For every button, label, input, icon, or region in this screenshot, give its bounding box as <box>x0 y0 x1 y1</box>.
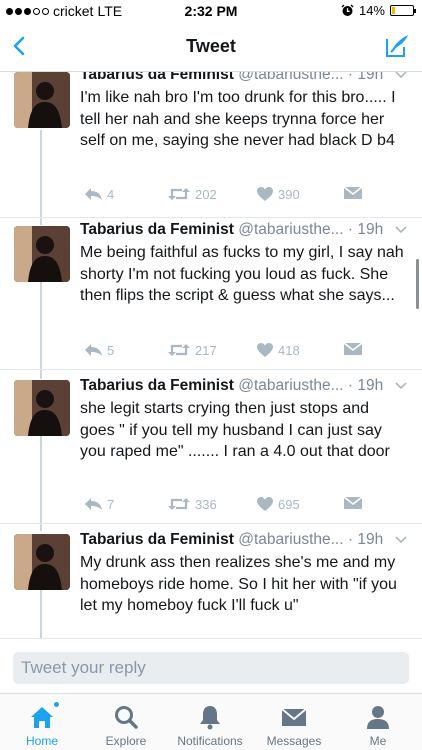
retweet-button[interactable]: 336 <box>167 496 217 512</box>
display-name[interactable]: Tabarius da Feminist <box>80 531 234 548</box>
tweet-header: Tabarius da Feminist @tabariusthe... · 1… <box>80 72 410 86</box>
retweet-count: 336 <box>195 496 217 512</box>
tweet-item[interactable]: Tabarius da Feminist @tabariusthe... · 1… <box>0 72 422 218</box>
retweet-button[interactable]: 217 <box>167 342 217 358</box>
direct-message-button[interactable] <box>344 496 362 510</box>
bell-icon <box>200 706 220 730</box>
like-button[interactable]: 390 <box>256 186 300 202</box>
tweet-thread[interactable]: Tabarius da Feminist @tabariusthe... · 1… <box>0 72 422 638</box>
person-icon <box>367 706 389 729</box>
reply-button[interactable]: 5 <box>83 342 114 358</box>
tweet-text: My drunk ass then realizes she's me and … <box>80 554 397 614</box>
home-icon <box>31 707 53 728</box>
heart-icon <box>257 187 273 201</box>
display-name[interactable]: Tabarius da Feminist <box>80 72 234 83</box>
tweet-header: Tabarius da Feminist @tabariusthe... · 1… <box>80 377 410 397</box>
user-handle[interactable]: @tabariusthe... <box>238 221 343 238</box>
chevron-down-icon[interactable] <box>394 533 408 547</box>
reply-button[interactable]: 4 <box>83 186 114 202</box>
tweet-text: she legit starts crying then just stops … <box>80 400 390 460</box>
mail-icon <box>344 496 362 509</box>
chevron-down-icon[interactable] <box>394 379 408 393</box>
new-tweets-indicator <box>53 701 60 708</box>
mail-icon <box>344 186 362 199</box>
display-name[interactable]: Tabarius da Feminist <box>80 221 234 238</box>
tweet-actions: 5 217 418 <box>80 342 380 362</box>
like-button[interactable]: 695 <box>256 496 300 512</box>
heart-icon <box>257 343 273 357</box>
retweet-button[interactable]: 202 <box>167 186 217 202</box>
tweet-actions: 4 202 390 <box>80 186 380 206</box>
user-handle[interactable]: @tabariusthe... <box>238 531 343 548</box>
tab-label: Messages <box>266 734 322 748</box>
user-handle[interactable]: @tabariusthe... <box>238 72 343 83</box>
like-button[interactable]: 418 <box>256 342 300 358</box>
scrollbar[interactable] <box>416 259 419 309</box>
tab-bar: Home Explore Notifications Messages Me <box>0 693 422 750</box>
heart-icon <box>257 497 273 511</box>
reply-icon <box>85 188 102 200</box>
tab-label: Notifications <box>177 734 243 748</box>
reply-icon <box>85 498 102 510</box>
avatar[interactable] <box>14 72 70 128</box>
direct-message-button[interactable] <box>344 342 362 356</box>
reply-button[interactable]: 7 <box>83 496 114 512</box>
reply-count: 5 <box>107 342 115 358</box>
tweet-text: I'm like nah bro I'm too drunk for this … <box>80 89 396 149</box>
retweet-count: 202 <box>195 186 217 202</box>
display-name[interactable]: Tabarius da Feminist <box>80 377 234 394</box>
avatar[interactable] <box>14 534 70 590</box>
retweet-icon <box>168 498 190 510</box>
search-icon <box>115 706 138 729</box>
tab-label: Me <box>369 734 387 748</box>
page-title: Tweet <box>186 36 236 56</box>
retweet-count: 217 <box>195 342 217 358</box>
like-count: 390 <box>278 186 300 202</box>
tab-label: Explore <box>105 734 147 748</box>
tab-notifications[interactable]: Notifications <box>168 694 252 750</box>
tweet-item[interactable]: Tabarius da Feminist @tabariusthe... · 1… <box>0 526 422 638</box>
tweet-time: · 19h <box>347 72 384 83</box>
alarm-icon <box>341 4 354 16</box>
like-count: 418 <box>278 342 300 358</box>
tweet-time: · 19h <box>347 377 384 394</box>
reply-count: 7 <box>107 496 115 512</box>
avatar[interactable] <box>14 226 70 282</box>
tab-messages[interactable]: Messages <box>252 694 336 750</box>
tweet-header: Tabarius da Feminist @tabariusthe... · 1… <box>80 531 410 551</box>
tweet-time: · 19h <box>347 221 384 238</box>
status-right: 14% <box>341 3 416 18</box>
tweet-header: Tabarius da Feminist @tabariusthe... · 1… <box>80 221 410 241</box>
tab-label: Home <box>25 734 58 748</box>
chevron-down-icon[interactable] <box>394 72 408 82</box>
battery-icon <box>390 5 416 16</box>
reply-icon <box>85 344 102 356</box>
chevron-down-icon[interactable] <box>394 223 408 237</box>
tab-home[interactable]: Home <box>0 694 84 750</box>
battery-percent: 14% <box>358 3 385 18</box>
like-count: 695 <box>278 496 300 512</box>
retweet-icon <box>168 344 190 356</box>
tab-me[interactable]: Me <box>336 694 420 750</box>
tab-explore[interactable]: Explore <box>84 694 168 750</box>
tweet-time: · 19h <box>347 531 384 548</box>
tweet-item[interactable]: Tabarius da Feminist @tabariusthe... · 1… <box>0 218 422 370</box>
tweet-item[interactable]: Tabarius da Feminist @tabariusthe... · 1… <box>0 372 422 524</box>
avatar[interactable] <box>14 380 70 436</box>
mail-icon <box>281 708 307 726</box>
tweet-actions: 7 336 695 <box>80 496 380 516</box>
user-handle[interactable]: @tabariusthe... <box>238 377 343 394</box>
retweet-icon <box>168 188 190 200</box>
reply-bar <box>0 638 422 693</box>
tweet-text: Me being faithful as fucks to my girl, I… <box>80 244 404 304</box>
direct-message-button[interactable] <box>344 186 362 200</box>
compose-tweet-icon[interactable] <box>384 33 410 59</box>
reply-count: 4 <box>107 186 115 202</box>
mail-icon <box>344 342 362 355</box>
status-bar: cricket LTE 2:32 PM 14% <box>0 0 422 22</box>
nav-bar: Tweet <box>0 22 422 72</box>
reply-input[interactable] <box>13 652 409 684</box>
